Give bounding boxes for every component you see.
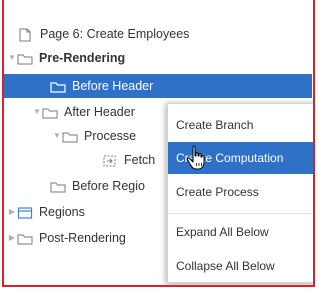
tree-node-processes[interactable]: ▼ Processe: [52, 125, 136, 147]
tree-node-label: Page 6: Create Employees: [40, 27, 190, 41]
folder-icon: [17, 231, 33, 245]
menu-item-expand-all-below[interactable]: Expand All Below: [168, 216, 313, 248]
menu-separator: [168, 213, 313, 214]
menu-item-create-process[interactable]: Create Process: [168, 176, 313, 208]
chevron-right-icon[interactable]: ▶: [7, 201, 17, 223]
tree-node-after-header[interactable]: ▼ After Header: [32, 101, 135, 123]
tree-node-before-header[interactable]: Before Header: [50, 75, 153, 97]
folder-icon: [42, 105, 58, 119]
chevron-down-icon[interactable]: ▼: [7, 47, 17, 69]
tree-node-label: Processe: [84, 129, 137, 143]
tree-node-regions[interactable]: ▶ Regions: [7, 201, 85, 223]
hand-pointer-icon: [186, 145, 205, 170]
tree-node-post-rendering[interactable]: ▶ Post-Rendering: [7, 227, 126, 249]
context-menu: Create Branch Create Computation Create …: [167, 103, 313, 283]
folder-icon: [62, 129, 78, 143]
tree-node-label: After Header: [64, 105, 135, 119]
tree-node-label: Before Header: [72, 79, 154, 93]
chevron-right-icon[interactable]: ▶: [7, 227, 17, 249]
folder-icon: [50, 79, 66, 93]
menu-item-create-branch[interactable]: Create Branch: [168, 109, 313, 141]
page-icon: [18, 27, 34, 42]
tree-node-label: Before Regio: [72, 179, 145, 193]
tree-node-label: Pre-Rendering: [39, 51, 126, 65]
tree-panel: Page 6: Create Employees ▼ Pre-Rendering…: [2, 0, 315, 287]
folder-icon: [17, 51, 33, 65]
tree-node-pre-rendering[interactable]: ▼ Pre-Rendering: [7, 47, 125, 69]
tree-node-label: Post-Rendering: [39, 231, 126, 245]
regions-icon: [17, 205, 33, 219]
tree-node-label: Regions: [39, 205, 85, 219]
chevron-down-icon[interactable]: ▼: [52, 125, 62, 147]
tree-node-page[interactable]: Page 6: Create Employees: [18, 23, 189, 45]
chevron-down-icon[interactable]: ▼: [32, 101, 42, 123]
menu-item-collapse-all-below[interactable]: Collapse All Below: [168, 250, 313, 282]
folder-icon: [50, 179, 66, 193]
tree-node-before-regions[interactable]: Before Regio: [50, 175, 145, 197]
fetch-icon: [102, 153, 118, 167]
tree-node-fetch[interactable]: Fetch: [102, 149, 155, 171]
tree-node-label: Fetch: [124, 153, 156, 167]
